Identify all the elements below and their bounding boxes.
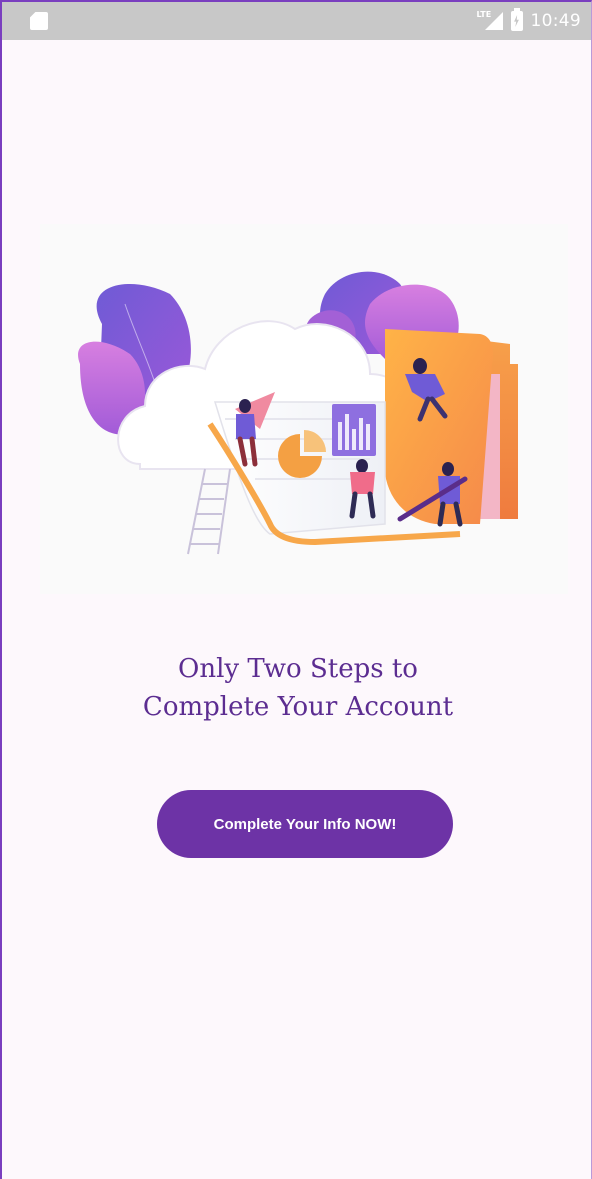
- sd-card-icon: [30, 12, 48, 30]
- complete-info-button[interactable]: Complete Your Info NOW!: [157, 790, 453, 858]
- onboarding-screen: LTE 10:49 Only Two Steps to Complete You…: [0, 0, 592, 1179]
- status-bar: LTE 10:49: [2, 2, 591, 40]
- battery-charging-icon: [510, 8, 523, 31]
- headline-line-2: Complete Your Account: [142, 692, 454, 722]
- status-icons: LTE 10:49: [477, 2, 582, 40]
- lte-signal-icon: LTE: [477, 10, 503, 32]
- onboarding-headline: Only Two Steps to Complete Your Account: [2, 650, 591, 726]
- signal-strength-icon: [484, 12, 503, 30]
- headline-line-1: Only Two Steps to: [178, 654, 418, 684]
- clock: 10:49: [530, 11, 581, 31]
- cloud-folder-team-illustration: [40, 224, 568, 594]
